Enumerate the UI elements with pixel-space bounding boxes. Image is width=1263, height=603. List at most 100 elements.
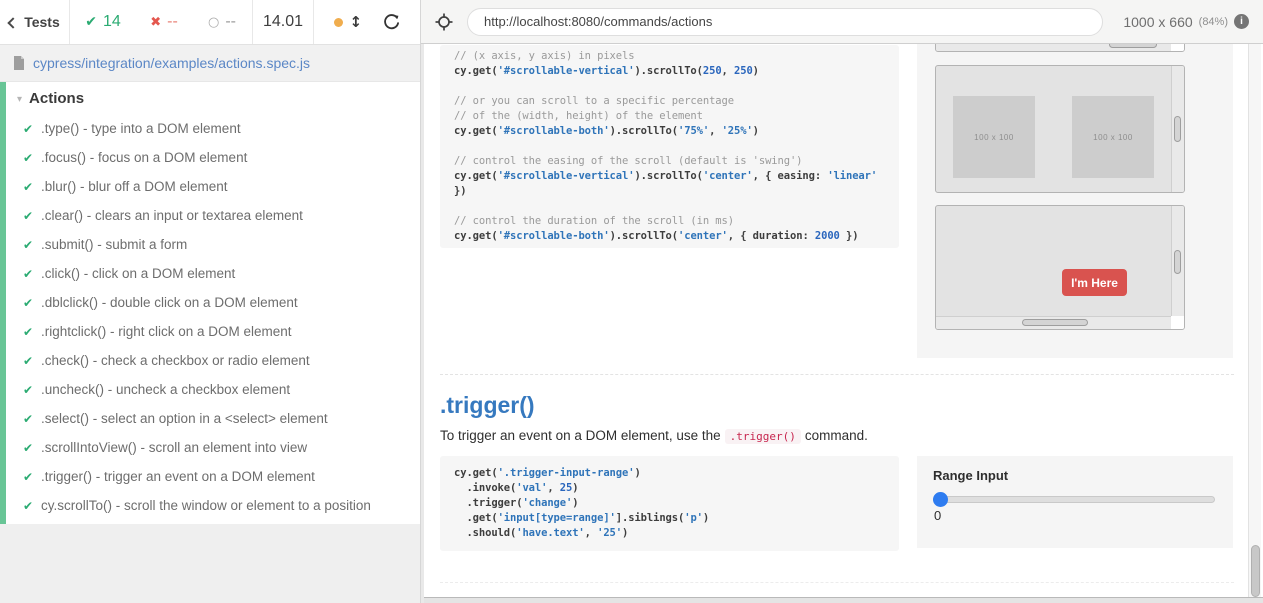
- code-line: // (x axis, y axis) in pixels: [454, 49, 891, 64]
- test-row[interactable]: ✔cy.scrollTo() - scroll the window or el…: [6, 491, 420, 520]
- selector-playground-button[interactable]: [435, 13, 453, 31]
- scrollbar-thumb[interactable]: [1174, 116, 1181, 142]
- test-row[interactable]: ✔.uncheck() - uncheck a checkbox element: [6, 375, 420, 404]
- run-duration: 14.01: [252, 0, 314, 44]
- im-here-button[interactable]: I'm Here: [1062, 269, 1127, 296]
- vertical-scrollbar[interactable]: [1171, 206, 1184, 316]
- viewport-info: 1000 x 660 (84%) i: [1123, 14, 1249, 30]
- test-row[interactable]: ✔.select() - select an option in a <sele…: [6, 404, 420, 433]
- trigger-section-heading: .trigger(): [440, 390, 535, 420]
- code-line: cy.get('#scrollable-both').scrollTo('75%…: [454, 124, 891, 139]
- reporter-header: Tests ✔ 14 ✖ -- ○ -- 14.01 ↕: [0, 0, 420, 45]
- aut-frame-bottom-edge: [424, 597, 1263, 603]
- range-value: 0: [934, 508, 941, 523]
- horizontal-scrollbar[interactable]: [936, 316, 1171, 329]
- code-line: cy.get('.trigger-input-range'): [454, 466, 891, 481]
- test-row[interactable]: ✔.dblclick() - double click on a DOM ele…: [6, 288, 420, 317]
- url-bar[interactable]: http://localhost:8080/commands/actions: [467, 8, 1103, 36]
- test-title: .select() - select an option in a <selec…: [41, 411, 328, 426]
- code-line: .should('have.text', '25'): [454, 526, 891, 541]
- pending-count: --: [225, 13, 236, 31]
- test-passed-icon: ✔: [23, 267, 41, 281]
- code-line: cy.get('#scrollable-vertical').scrollTo(…: [454, 169, 891, 184]
- vertical-scrollbar[interactable]: [1171, 66, 1184, 192]
- scrollable-both-box[interactable]: I'm Here: [935, 205, 1185, 330]
- failed-x-icon: ✖: [150, 15, 161, 30]
- code-line: cy.get('#scrollable-both').scrollTo('cen…: [454, 229, 891, 244]
- scrollbar-thumb[interactable]: [1174, 250, 1181, 274]
- scrollable-vertical-box[interactable]: 100 x 100 100 x 100: [935, 65, 1185, 193]
- scroll-demo-panel: 100 x 100 100 x 100 I'm Here: [917, 44, 1233, 358]
- refresh-icon: [383, 14, 400, 31]
- test-passed-icon: ✔: [23, 441, 41, 455]
- spec-file-link[interactable]: cypress/integration/examples/actions.spe…: [33, 55, 310, 71]
- page-vertical-scrollbar[interactable]: [1248, 44, 1261, 597]
- viewport-scale: (84%): [1199, 16, 1228, 28]
- reporter-sidebar: Tests ✔ 14 ✖ -- ○ -- 14.01 ↕: [0, 0, 421, 603]
- range-slider[interactable]: [933, 496, 1215, 503]
- test-title: .dblclick() - double click on a DOM elem…: [41, 295, 298, 310]
- scrollbar-thumb[interactable]: [1022, 319, 1088, 326]
- scrollbar-thumb[interactable]: [1251, 545, 1260, 597]
- test-row[interactable]: ✔.rightclick() - right click on a DOM el…: [6, 317, 420, 346]
- code-line: .invoke('val', 25): [454, 481, 891, 496]
- test-title: .trigger() - trigger an event on a DOM e…: [41, 469, 315, 484]
- test-row[interactable]: ✔.trigger() - trigger an event on a DOM …: [6, 462, 420, 491]
- inline-code-trigger: .trigger(): [725, 429, 801, 444]
- trigger-section-paragraph: To trigger an event on a DOM element, us…: [440, 428, 868, 443]
- test-passed-icon: ✔: [23, 470, 41, 484]
- test-passed-icon: ✔: [23, 296, 41, 310]
- range-input-label: Range Input: [933, 468, 1008, 483]
- passed-stat: ✔ 14: [70, 0, 136, 44]
- restart-tests-button[interactable]: [383, 14, 400, 31]
- placeholder-image: 100 x 100: [1072, 96, 1154, 178]
- pending-circle-icon: ○: [208, 15, 219, 30]
- suite-header-actions[interactable]: ▾ Actions: [6, 82, 420, 114]
- failed-count: --: [167, 13, 178, 31]
- paragraph-text: command.: [805, 428, 868, 443]
- placeholder-label: 100 x 100: [974, 133, 1014, 142]
- test-title: .click() - click on a DOM element: [41, 266, 235, 281]
- test-row[interactable]: ✔.clear() - clears an input or textarea …: [6, 201, 420, 230]
- test-row[interactable]: ✔.click() - click on a DOM element: [6, 259, 420, 288]
- section-divider: [440, 374, 1234, 375]
- auto-scroll-toggle[interactable]: ↕: [334, 13, 362, 31]
- test-title: cy.scrollTo() - scroll the window or ele…: [41, 498, 371, 513]
- failed-stat: ✖ --: [136, 0, 192, 44]
- test-row[interactable]: ✔.focus() - focus on a DOM element: [6, 143, 420, 172]
- scrollbar-thumb[interactable]: [1109, 44, 1157, 48]
- test-title: .submit() - submit a form: [41, 237, 187, 252]
- spec-file-row: cypress/integration/examples/actions.spe…: [0, 45, 420, 82]
- test-passed-icon: ✔: [23, 412, 41, 426]
- info-icon[interactable]: i: [1234, 14, 1249, 29]
- code-line: // control the duration of the scroll (i…: [454, 214, 891, 229]
- aut-page: // (x axis, y axis) in pixelscy.get('#sc…: [424, 44, 1263, 597]
- code-line: .trigger('change'): [454, 496, 891, 511]
- code-block-scrollto: // (x axis, y axis) in pixelscy.get('#sc…: [440, 45, 899, 248]
- test-title: .rightclick() - right click on a DOM ele…: [41, 324, 292, 339]
- test-row[interactable]: ✔.scrollIntoView() - scroll an element i…: [6, 433, 420, 462]
- test-passed-icon: ✔: [23, 499, 41, 513]
- viewport-size: 1000 x 660: [1123, 14, 1192, 30]
- test-row[interactable]: ✔.blur() - blur off a DOM element: [6, 172, 420, 201]
- auto-scroll-dot-icon: [334, 18, 343, 27]
- horizontal-scrollbar[interactable]: [936, 44, 1171, 51]
- chevron-left-icon: [8, 17, 19, 28]
- tests-panel: ▾ Actions ✔.type() - type into a DOM ele…: [0, 82, 420, 524]
- test-title: .check() - check a checkbox or radio ele…: [41, 353, 310, 368]
- test-passed-icon: ✔: [23, 180, 41, 194]
- paragraph-text: To trigger an event on a DOM element, us…: [440, 428, 721, 443]
- up-down-arrow-icon: ↕: [349, 13, 362, 31]
- code-line: // control the easing of the scroll (def…: [454, 154, 891, 169]
- test-row[interactable]: ✔.type() - type into a DOM element: [6, 114, 420, 143]
- slider-thumb[interactable]: [933, 492, 948, 507]
- code-line: cy.get('#scrollable-vertical').scrollTo(…: [454, 64, 891, 79]
- code-line: .get('input[type=range]'].siblings('p'): [454, 511, 891, 526]
- code-line: [454, 199, 891, 214]
- back-to-tests-button[interactable]: Tests: [0, 0, 70, 44]
- test-row[interactable]: ✔.check() - check a checkbox or radio el…: [6, 346, 420, 375]
- code-line: // of the (width, height) of the element: [454, 109, 891, 124]
- test-title: .clear() - clears an input or textarea e…: [41, 208, 303, 223]
- test-row[interactable]: ✔.submit() - submit a form: [6, 230, 420, 259]
- passed-count: 14: [103, 13, 121, 31]
